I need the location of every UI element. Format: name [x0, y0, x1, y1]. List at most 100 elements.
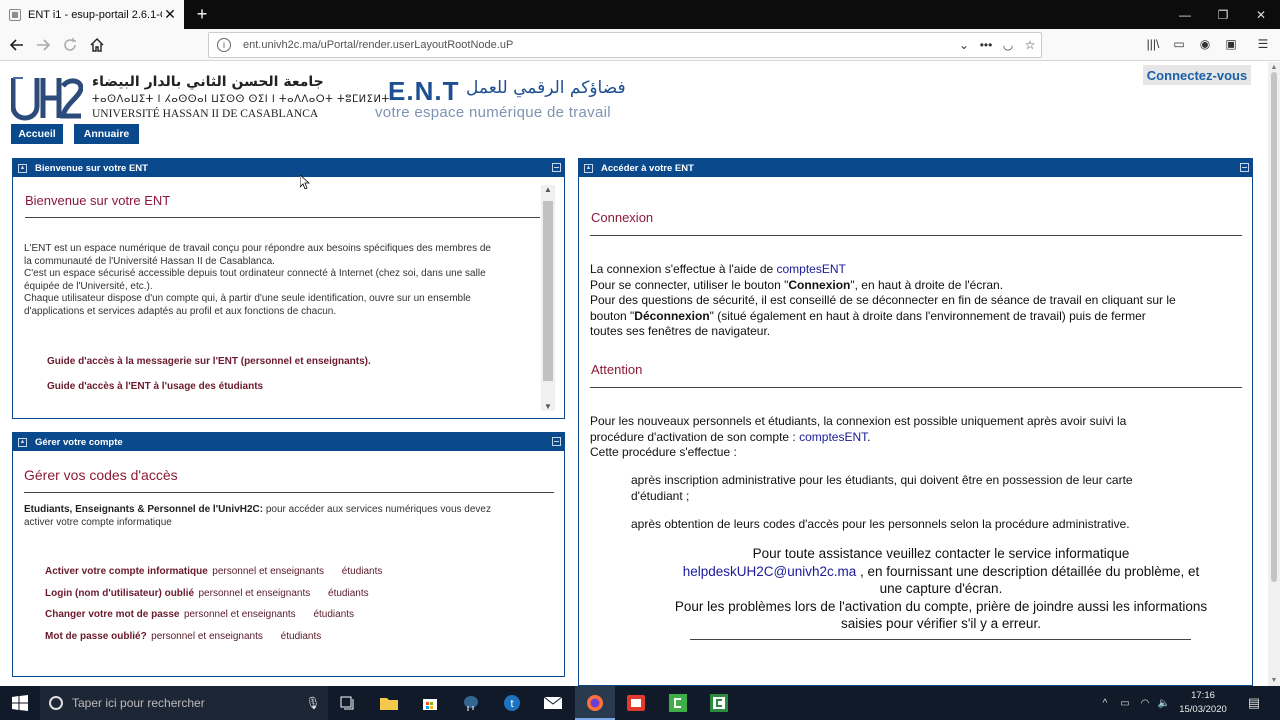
- clock-time: 17:16: [1191, 690, 1215, 701]
- microphone-icon[interactable]: 🎙: [298, 696, 328, 710]
- bookmark-star-icon[interactable]: ☆: [1019, 38, 1041, 52]
- tab-annuaire[interactable]: Annuaire: [74, 124, 139, 144]
- task-view-icon[interactable]: [328, 686, 368, 720]
- sync-icon[interactable]: ◉: [1196, 37, 1214, 53]
- pdf-app-icon[interactable]: [616, 686, 656, 720]
- battery-icon[interactable]: ▭: [1116, 686, 1134, 720]
- url-bar[interactable]: i ent.univh2c.ma/uPortal/render.userLayo…: [208, 32, 1042, 58]
- portlet-maximize-icon[interactable]: [1240, 163, 1249, 172]
- scroll-down-icon[interactable]: ▼: [541, 402, 555, 411]
- clock-date: 15/03/2020: [1179, 704, 1227, 715]
- forgot-password-link[interactable]: Mot de passe oublié?: [45, 631, 147, 642]
- volume-icon[interactable]: 🔈: [1155, 686, 1173, 720]
- camtasia-recorder-icon[interactable]: [699, 686, 739, 720]
- connexion-line1: La connexion s'effectue à l'aide de comp…: [590, 262, 1250, 278]
- tab-close-icon[interactable]: ✕: [162, 6, 178, 23]
- browser-navbar: i ent.univh2c.ma/uPortal/render.userLayo…: [0, 29, 1280, 61]
- account-intro-rest: pour accéder aux services numériques vou…: [263, 504, 491, 515]
- scroll-down-icon[interactable]: ▼: [1268, 677, 1280, 684]
- menu-icon[interactable]: ☰: [1254, 37, 1272, 53]
- students-link[interactable]: étudiants: [313, 609, 354, 620]
- firefox-icon[interactable]: [575, 686, 615, 720]
- tray-chevron-icon[interactable]: ^: [1096, 686, 1114, 720]
- forward-icon[interactable]: [32, 34, 54, 56]
- store-icon[interactable]: [410, 686, 450, 720]
- portlet-maximize-icon[interactable]: [552, 163, 561, 172]
- ent-logo: E.N.T: [388, 76, 460, 106]
- scroll-up-icon[interactable]: ▲: [1268, 64, 1280, 71]
- attention-heading: Attention: [591, 362, 643, 377]
- tab-accueil[interactable]: Accueil: [11, 124, 63, 144]
- portlet-scrollbar[interactable]: ▲ ▼: [541, 185, 555, 411]
- guide-messagerie-link[interactable]: Guide d'accès à la messagerie sur l'ENT …: [47, 356, 371, 367]
- portlet-collapse-icon[interactable]: ▲: [584, 163, 593, 173]
- comptesent-link[interactable]: comptesENT: [799, 430, 867, 444]
- postgres-icon[interactable]: [451, 686, 491, 720]
- sidebar-icon[interactable]: ▭: [1170, 37, 1188, 53]
- portlet-header: ▲ Bienvenue sur votre ENT: [13, 159, 564, 177]
- attention-line2: procédure d'activation de son compte : c…: [590, 430, 1250, 446]
- students-link[interactable]: étudiants: [328, 588, 369, 599]
- portlet-maximize-icon[interactable]: [552, 437, 561, 446]
- mail-icon[interactable]: [533, 686, 573, 720]
- helpdesk-email-link[interactable]: helpdeskUH2C@univh2c.ma: [683, 564, 857, 579]
- pocket-icon[interactable]: ◡: [997, 38, 1019, 52]
- library-icon[interactable]: |||\: [1144, 37, 1162, 53]
- wifi-icon[interactable]: ◠: [1136, 686, 1154, 720]
- scrollbar-thumb[interactable]: [543, 201, 553, 381]
- activate-account-link[interactable]: Activer votre compte informatique: [45, 566, 208, 577]
- welcome-portlet: ▲ Bienvenue sur votre ENT Bienvenue sur …: [12, 158, 565, 419]
- back-icon[interactable]: [6, 34, 28, 56]
- connect-button[interactable]: Connectez-vous: [1143, 65, 1251, 85]
- support-block: Pour toute assistance veuillez contacter…: [641, 545, 1241, 633]
- university-name-tifinagh: ⵜⴰⵙⴷⴰⵡⵉⵜ ⵏ ⵃⴰⵙⵙⴰⵏ ⵡⵉⵙⵙ ⵙⵉⵏ ⵏ ⵜⴰⴷⴷⴰⵔⵜ ⵜⵓⵎ…: [92, 94, 390, 105]
- maximize-icon[interactable]: ❐: [1204, 0, 1242, 29]
- portlet-title: Bienvenue sur votre ENT: [35, 162, 148, 174]
- connexion-line4-a: bouton ": [590, 308, 635, 323]
- chevron-down-icon[interactable]: ⌄: [953, 38, 975, 52]
- staff-link[interactable]: personnel et enseignants: [212, 566, 324, 577]
- portlet-collapse-icon[interactable]: ▲: [18, 437, 27, 447]
- staff-link[interactable]: personnel et enseignants: [199, 588, 311, 599]
- info-icon[interactable]: i: [217, 38, 231, 52]
- scroll-up-icon[interactable]: ▲: [541, 185, 555, 194]
- welcome-p1: L'ENT est un espace numérique de travail…: [24, 243, 491, 254]
- comptesent-link[interactable]: comptesENT: [777, 262, 846, 276]
- app-blue-circle-icon[interactable]: t: [492, 686, 532, 720]
- reload-icon[interactable]: [59, 34, 81, 56]
- account-row: Changer votre mot de passe personnel et …: [45, 604, 382, 626]
- portlet-collapse-icon[interactable]: ▲: [18, 163, 27, 173]
- taskbar-search-placeholder: Taper ici pour rechercher: [72, 696, 205, 710]
- scrollbar-thumb[interactable]: [1271, 72, 1277, 582]
- windows-start-icon[interactable]: [0, 686, 40, 720]
- account-row: Activer votre compte informatique person…: [45, 561, 382, 583]
- page-scrollbar[interactable]: ▲ ▼: [1268, 62, 1280, 686]
- browser-tab[interactable]: ▦ ENT i1 - esup-portail 2.6.1-GA ✕: [0, 0, 184, 29]
- divider: [25, 217, 540, 218]
- students-link[interactable]: étudiants: [281, 631, 322, 642]
- uh2c-logo-icon: [11, 77, 83, 121]
- attention-line2-a: procédure d'activation de son compte :: [590, 429, 800, 444]
- taskbar-clock[interactable]: 17:16 15/03/2020: [1178, 689, 1228, 717]
- more-icon[interactable]: •••: [975, 38, 997, 52]
- close-window-icon[interactable]: ✕: [1242, 0, 1280, 29]
- change-password-link[interactable]: Changer votre mot de passe: [45, 609, 179, 620]
- forgot-login-link[interactable]: Login (nom d'utilisateur) oublié: [45, 588, 194, 599]
- minimize-icon[interactable]: —: [1166, 0, 1204, 29]
- home-icon[interactable]: [86, 34, 108, 56]
- portlet-header: ▲ Accéder à votre ENT: [579, 159, 1252, 177]
- camtasia-icon[interactable]: [658, 686, 698, 720]
- file-explorer-icon[interactable]: [369, 686, 409, 720]
- screenshot-icon[interactable]: ▣: [1222, 37, 1240, 53]
- page-content: جامعة الحسن الثاني بالدار البيضاء ⵜⴰⵙⴷⴰⵡ…: [0, 62, 1268, 686]
- students-link[interactable]: étudiants: [342, 566, 383, 577]
- notifications-icon[interactable]: ▤: [1242, 686, 1266, 720]
- staff-link[interactable]: personnel et enseignants: [184, 609, 296, 620]
- staff-link[interactable]: personnel et enseignants: [151, 631, 263, 642]
- guide-etudiants-link[interactable]: Guide d'accès à l'ENT à l'usage des étud…: [47, 381, 263, 392]
- url-text[interactable]: ent.univh2c.ma/uPortal/render.userLayout…: [243, 39, 953, 51]
- taskbar-search[interactable]: Taper ici pour rechercher 🎙: [40, 686, 328, 720]
- ent-tagline: votre espace numérique de travail: [375, 104, 611, 121]
- divider: [590, 235, 1242, 236]
- new-tab-button[interactable]: +: [192, 4, 212, 24]
